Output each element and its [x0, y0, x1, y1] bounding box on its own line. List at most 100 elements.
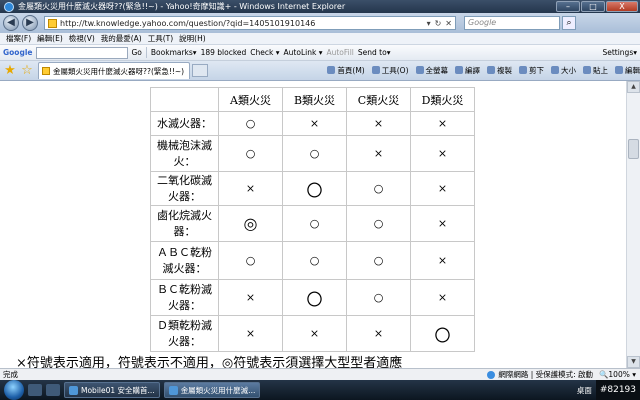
copy-button[interactable]: 複製	[487, 65, 512, 76]
desktop-toolbar[interactable]: 桌面	[577, 385, 592, 396]
table-header-cell: D類火災	[410, 87, 475, 112]
table-header-cell: C類火災	[346, 87, 411, 112]
ie-quicklaunch-icon[interactable]	[46, 384, 60, 396]
scroll-down-icon[interactable]: ▼	[627, 356, 640, 368]
text-size-icon	[551, 66, 559, 74]
google-toolbar: Google Go Bookmarks▾ 189 blocked Check ▾…	[0, 45, 640, 61]
table-cell: ×	[218, 171, 283, 206]
google-search-input[interactable]	[35, 46, 128, 59]
menu-tools[interactable]: 工具(T)	[148, 33, 173, 44]
bookmarks-button[interactable]: Bookmarks▾	[151, 48, 197, 57]
taskbar-item-mobile01[interactable]: Mobile01 安全購首...	[64, 382, 160, 398]
search-input[interactable]: Google	[464, 16, 560, 30]
table-cell: ○	[218, 135, 283, 172]
menu-file[interactable]: 檔案(F)	[6, 33, 31, 44]
table-cell: ×	[410, 205, 475, 242]
table-cell: 〇	[282, 279, 347, 316]
paste-icon	[583, 66, 591, 74]
taskbar: Mobile01 安全購首... 金屬類火災用什麼滅... 桌面 #82193	[0, 380, 640, 400]
table-cell: ×	[346, 111, 411, 136]
menu-edit[interactable]: 編輯(E)	[37, 33, 63, 44]
scroll-thumb[interactable]	[628, 139, 639, 159]
url-field[interactable]: http://tw.knowledge.yahoo.com/question/?…	[44, 16, 456, 30]
page-content: A類火災 B類火災 C類火災 D類火災 水滅火器： ○ × × × 機械泡沫滅火…	[0, 81, 626, 368]
translate-icon	[455, 66, 463, 74]
security-zone[interactable]: 網際網路 | 受保護模式: 啟動	[487, 369, 593, 380]
stop-icon[interactable]: ✕	[445, 19, 452, 28]
row-label: 機械泡沫滅火：	[150, 135, 219, 172]
tab-row: ★ ☆ 金屬類火災用什麼滅火器呀??(緊急!!~) 首頁(M) 工具(O) 全螢…	[0, 61, 640, 81]
table-cell: ×	[410, 111, 475, 136]
paste-button[interactable]: 貼上	[583, 65, 608, 76]
tab-favicon-icon	[42, 67, 50, 75]
autolink-button[interactable]: AutoLink ▾	[284, 48, 323, 57]
table-cell: ×	[410, 241, 475, 280]
table-cell: ×	[410, 279, 475, 316]
table-cell: ○	[346, 241, 411, 280]
google-go-button[interactable]: Go	[132, 48, 142, 57]
page-icon	[48, 18, 57, 28]
forward-button[interactable]: ▶	[22, 15, 38, 31]
taskbar-item-ie[interactable]: 金屬類火災用什麼滅...	[163, 382, 261, 398]
table-cell: ×	[218, 315, 283, 352]
fullscreen-icon	[415, 66, 424, 74]
zoom-control[interactable]: 🔍100% ▾	[599, 370, 636, 379]
window-title: 金屬類火災用什麼滅火器呀??(緊急!!~) - Yahoo!奇摩知識+ - Wi…	[18, 2, 346, 11]
table-cell: ◎	[218, 205, 283, 242]
fullscreen-button[interactable]: 全螢幕	[415, 65, 448, 76]
table-cell: ○	[282, 205, 347, 242]
edit-button[interactable]: 編輯	[615, 65, 640, 76]
popup-blocked-button[interactable]: 189 blocked	[201, 48, 247, 57]
table-header-cell: A類火災	[218, 87, 283, 112]
clock[interactable]: #82193	[595, 380, 640, 400]
spell-check-button[interactable]: Check ▾	[250, 48, 279, 57]
maximize-button[interactable]: □	[581, 1, 605, 12]
google-logo: Google	[3, 48, 33, 57]
start-button[interactable]	[4, 380, 24, 400]
favorites-star-icon[interactable]: ★	[3, 63, 17, 78]
table-row: Ｄ類乾粉滅火器： × × × 〇	[150, 315, 475, 352]
tab-label: 金屬類火災用什麼滅火器呀??(緊急!!~)	[53, 66, 185, 76]
menu-help[interactable]: 說明(H)	[179, 33, 206, 44]
settings-button[interactable]: Settings▾	[602, 48, 637, 57]
new-tab-button[interactable]	[192, 64, 208, 77]
vertical-scrollbar[interactable]: ▲ ▼	[626, 81, 640, 368]
gear-icon	[371, 66, 380, 74]
table-row: ＡＢＣ乾粉滅火器： ○ ○ ○ ×	[150, 241, 475, 280]
globe-icon	[487, 370, 496, 379]
add-favorites-icon[interactable]: ☆	[20, 63, 34, 78]
show-desktop-icon[interactable]	[28, 384, 42, 396]
window-icon	[69, 385, 78, 395]
table-cell: 〇	[282, 171, 347, 206]
close-button[interactable]: X	[606, 1, 638, 12]
menu-view[interactable]: 檢視(V)	[69, 33, 95, 44]
row-label: ＡＢＣ乾粉滅火器：	[150, 241, 219, 280]
scroll-up-icon[interactable]: ▲	[627, 81, 640, 93]
minimize-button[interactable]: –	[556, 1, 580, 12]
cut-button[interactable]: 剪下	[519, 65, 544, 76]
address-bar: ◀ ▶ http://tw.knowledge.yahoo.com/questi…	[0, 13, 640, 33]
tools-button[interactable]: 工具(O)	[371, 65, 409, 76]
autofill-button[interactable]: AutoFill	[326, 48, 353, 57]
menu-bar: 檔案(F) 編輯(E) 檢視(V) 我的最愛(A) 工具(T) 說明(H)	[0, 33, 640, 45]
translate-button[interactable]: 編譯	[455, 65, 480, 76]
row-label: 鹵化烷滅火器：	[150, 205, 219, 242]
tab-current[interactable]: 金屬類火災用什麼滅火器呀??(緊急!!~)	[38, 62, 190, 79]
menu-favorites[interactable]: 我的最愛(A)	[101, 33, 142, 44]
system-tray: 桌面 #82193	[577, 380, 640, 400]
url-dropdown-icon[interactable]: ▾	[427, 19, 431, 28]
send-to-button[interactable]: Send to▾	[358, 48, 391, 57]
search-icon[interactable]: ⌕	[562, 16, 576, 30]
table-cell: ×	[282, 111, 347, 136]
table-header-row: A類火災 B類火災 C類火災 D類火災	[150, 87, 475, 112]
refresh-icon[interactable]: ↻	[435, 19, 442, 28]
table-cell: ○	[346, 205, 411, 242]
window-titlebar: 金屬類火災用什麼滅火器呀??(緊急!!~) - Yahoo!奇摩知識+ - Wi…	[0, 0, 640, 13]
table-cell: ×	[218, 279, 283, 316]
back-button[interactable]: ◀	[3, 15, 19, 31]
table-cell: ○	[282, 241, 347, 280]
table-cell: ×	[410, 135, 475, 172]
home-button[interactable]: 首頁(M)	[327, 65, 365, 76]
size-button[interactable]: 大小	[551, 65, 576, 76]
home-icon	[327, 66, 336, 74]
